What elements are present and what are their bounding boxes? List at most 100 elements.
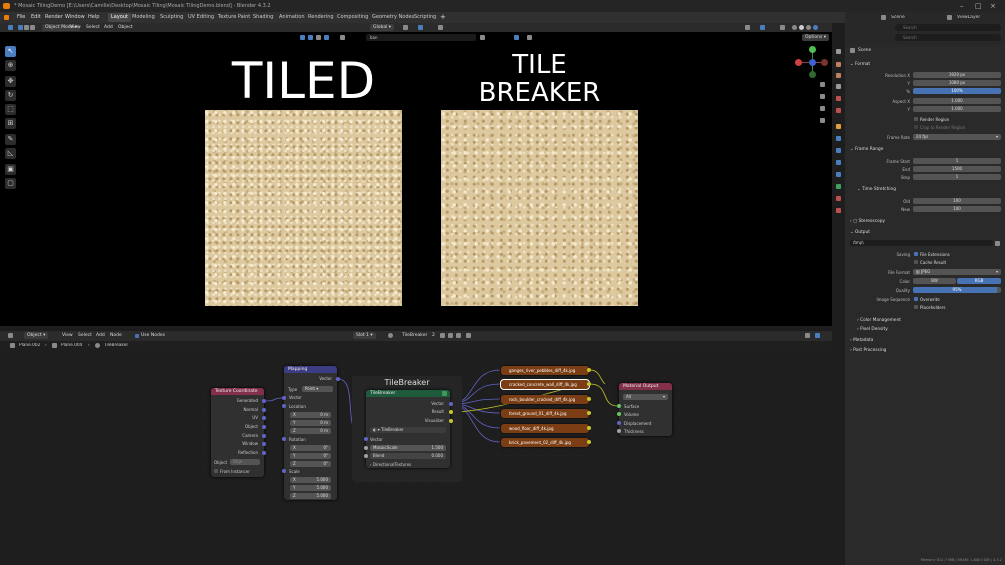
format-panel-header[interactable]: ⌄ Format [850, 62, 870, 67]
socket-object[interactable] [262, 425, 266, 429]
file-format-dropdown[interactable]: ▨ JPEG ▾ [913, 269, 1001, 275]
socket-mapping-vector-in[interactable] [282, 396, 286, 400]
socket-image-color[interactable] [587, 426, 591, 430]
frame-end-field[interactable]: 1500 [913, 166, 1001, 172]
image-texture-node[interactable]: wood_floor_diff_4k.jpg [501, 424, 589, 433]
socket-tb-visualizer-out[interactable] [449, 419, 453, 423]
socket-normal[interactable] [262, 408, 266, 412]
outliner-search-input[interactable]: Search [895, 24, 1001, 31]
constraints-tab-icon[interactable] [836, 172, 841, 177]
group-icon[interactable] [442, 391, 447, 396]
socket-surface[interactable] [617, 404, 621, 408]
socket-displacement[interactable] [617, 421, 621, 425]
socket-window[interactable] [262, 442, 266, 446]
time-stretching-panel-header[interactable]: ⌄ Time Stretching [857, 187, 896, 192]
folder-icon[interactable] [995, 241, 1000, 246]
maximize-icon[interactable]: □ [975, 0, 982, 12]
scale-x-field[interactable]: X 5.000 [290, 477, 331, 483]
material-tab-icon[interactable] [836, 196, 841, 201]
from-instancer-checkbox[interactable] [214, 469, 218, 473]
scale-z-field[interactable]: Z 5.000 [290, 493, 331, 499]
viewlayer-name[interactable]: ViewLayer [957, 15, 980, 20]
socket-tb-vector-out[interactable] [449, 402, 453, 406]
render-region-checkbox[interactable] [914, 117, 918, 121]
properties-search-input[interactable]: Search [895, 34, 1001, 41]
blend-field[interactable]: Blend 0.000 [370, 453, 446, 459]
location-x-field[interactable]: X0 m [290, 412, 331, 418]
rotation-x-field[interactable]: X 0° [290, 445, 331, 451]
socket-mapping-out[interactable] [336, 377, 340, 381]
node-header[interactable]: TileBreaker [366, 390, 450, 397]
time-new-field[interactable]: 100 [913, 206, 1001, 212]
minimize-icon[interactable]: – [960, 0, 964, 12]
color-management-panel-header[interactable]: › Color Management [857, 318, 901, 323]
socket-tb-mosaic-in[interactable] [364, 446, 368, 450]
cache-result-checkbox[interactable] [914, 260, 918, 264]
time-old-field[interactable]: 100 [913, 198, 1001, 204]
object-tab-icon[interactable] [836, 124, 841, 129]
stereoscopy-panel-header[interactable]: › ▢ Stereoscopy [850, 219, 885, 224]
socket-reflection[interactable] [262, 451, 266, 455]
socket-thickness[interactable] [617, 429, 621, 433]
pixel-density-panel-header[interactable]: › Pixel Density [857, 327, 888, 332]
tool-tab-icon[interactable] [836, 49, 841, 54]
world-tab-icon[interactable] [836, 108, 841, 113]
socket-image-color[interactable] [587, 440, 591, 444]
node-header[interactable]: Mapping [284, 366, 337, 373]
node-group-selector[interactable]: ◐ ▾ TileBreaker [370, 427, 446, 433]
rotation-z-field[interactable]: Z 0° [290, 461, 331, 467]
color-rgb-button[interactable]: RGB [957, 278, 1001, 284]
object-field[interactable]: Obje [230, 459, 260, 465]
modifier-tab-icon[interactable] [836, 136, 841, 141]
node-header[interactable]: Material Output [619, 383, 672, 390]
file-extensions-checkbox[interactable] [914, 252, 918, 256]
image-texture-node[interactable]: brick_pavement_02_diff_4k.jpg [501, 438, 589, 447]
resolution-y-field[interactable]: 1080 px [913, 80, 1001, 86]
particles-tab-icon[interactable] [836, 148, 841, 153]
tilebreaker-group-node[interactable]: TileBreaker Vector Result Visualizer ◐ ▾… [366, 390, 450, 468]
frame-start-field[interactable]: 1 [913, 158, 1001, 164]
frame-step-field[interactable]: 1 [913, 174, 1001, 180]
aspect-x-field[interactable]: 1.000 [913, 98, 1001, 104]
socket-image-color[interactable] [587, 411, 591, 415]
scale-y-field[interactable]: Y 5.000 [290, 485, 331, 491]
node-header[interactable]: Texture Coordinate [211, 388, 264, 395]
socket-generated[interactable] [262, 399, 266, 403]
socket-tb-blend-in[interactable] [364, 454, 368, 458]
socket-image-color[interactable] [587, 382, 591, 386]
image-texture-node[interactable]: cracked_concrete_wall_diff_4k.jpg [500, 379, 590, 390]
frame-range-panel-header[interactable]: ⌄ Frame Range [850, 147, 883, 152]
socket-scale[interactable] [282, 469, 286, 473]
texture-tab-icon[interactable] [836, 208, 841, 213]
mosaic-scale-field[interactable]: MosaicScale 1.500 [370, 445, 446, 451]
socket-rotation[interactable] [282, 437, 286, 441]
overwrite-checkbox[interactable] [914, 297, 918, 301]
data-tab-icon[interactable] [836, 184, 841, 189]
frame-rate-dropdown[interactable]: 24 fps ▾ [913, 134, 1001, 140]
placeholders-checkbox[interactable] [914, 305, 918, 309]
post-processing-panel-header[interactable]: › Post Processing [850, 348, 886, 353]
rotation-y-field[interactable]: Y 0° [290, 453, 331, 459]
image-texture-node[interactable]: forest_ground_01_diff_4k.jpg [501, 409, 589, 418]
output-panel-header[interactable]: ⌄ Output [850, 230, 870, 235]
socket-location[interactable] [282, 404, 286, 408]
directional-textures-panel[interactable]: › DirectionalTextures [370, 462, 411, 467]
socket-uv[interactable] [262, 416, 266, 420]
quality-slider[interactable]: 95% [913, 287, 1001, 293]
resolution-x-field[interactable]: 1920 px [913, 72, 1001, 78]
output-path-input[interactable]: /tmp\ [850, 240, 993, 246]
aspect-y-field[interactable]: 1.000 [913, 106, 1001, 112]
material-output-node[interactable]: Material Output All ▾ Surface Volume Disp… [619, 383, 672, 436]
texture-coordinate-node[interactable]: Texture Coordinate Generated Normal UV O… [211, 388, 264, 477]
socket-volume[interactable] [617, 412, 621, 416]
location-y-field[interactable]: Y0 m [290, 420, 331, 426]
physics-tab-icon[interactable] [836, 160, 841, 165]
socket-image-color[interactable] [587, 368, 591, 372]
metadata-panel-header[interactable]: › Metadata [850, 338, 873, 343]
resolution-percent-field[interactable]: 100% [913, 88, 1001, 94]
close-icon[interactable]: × [990, 0, 996, 12]
location-z-field[interactable]: Z0 m [290, 428, 331, 434]
view-layer-tab-icon[interactable] [836, 84, 841, 89]
render-tab-icon[interactable] [836, 62, 841, 67]
mapping-node[interactable]: Mapping Vector Type Point ▾ Vector Locat… [284, 366, 337, 500]
